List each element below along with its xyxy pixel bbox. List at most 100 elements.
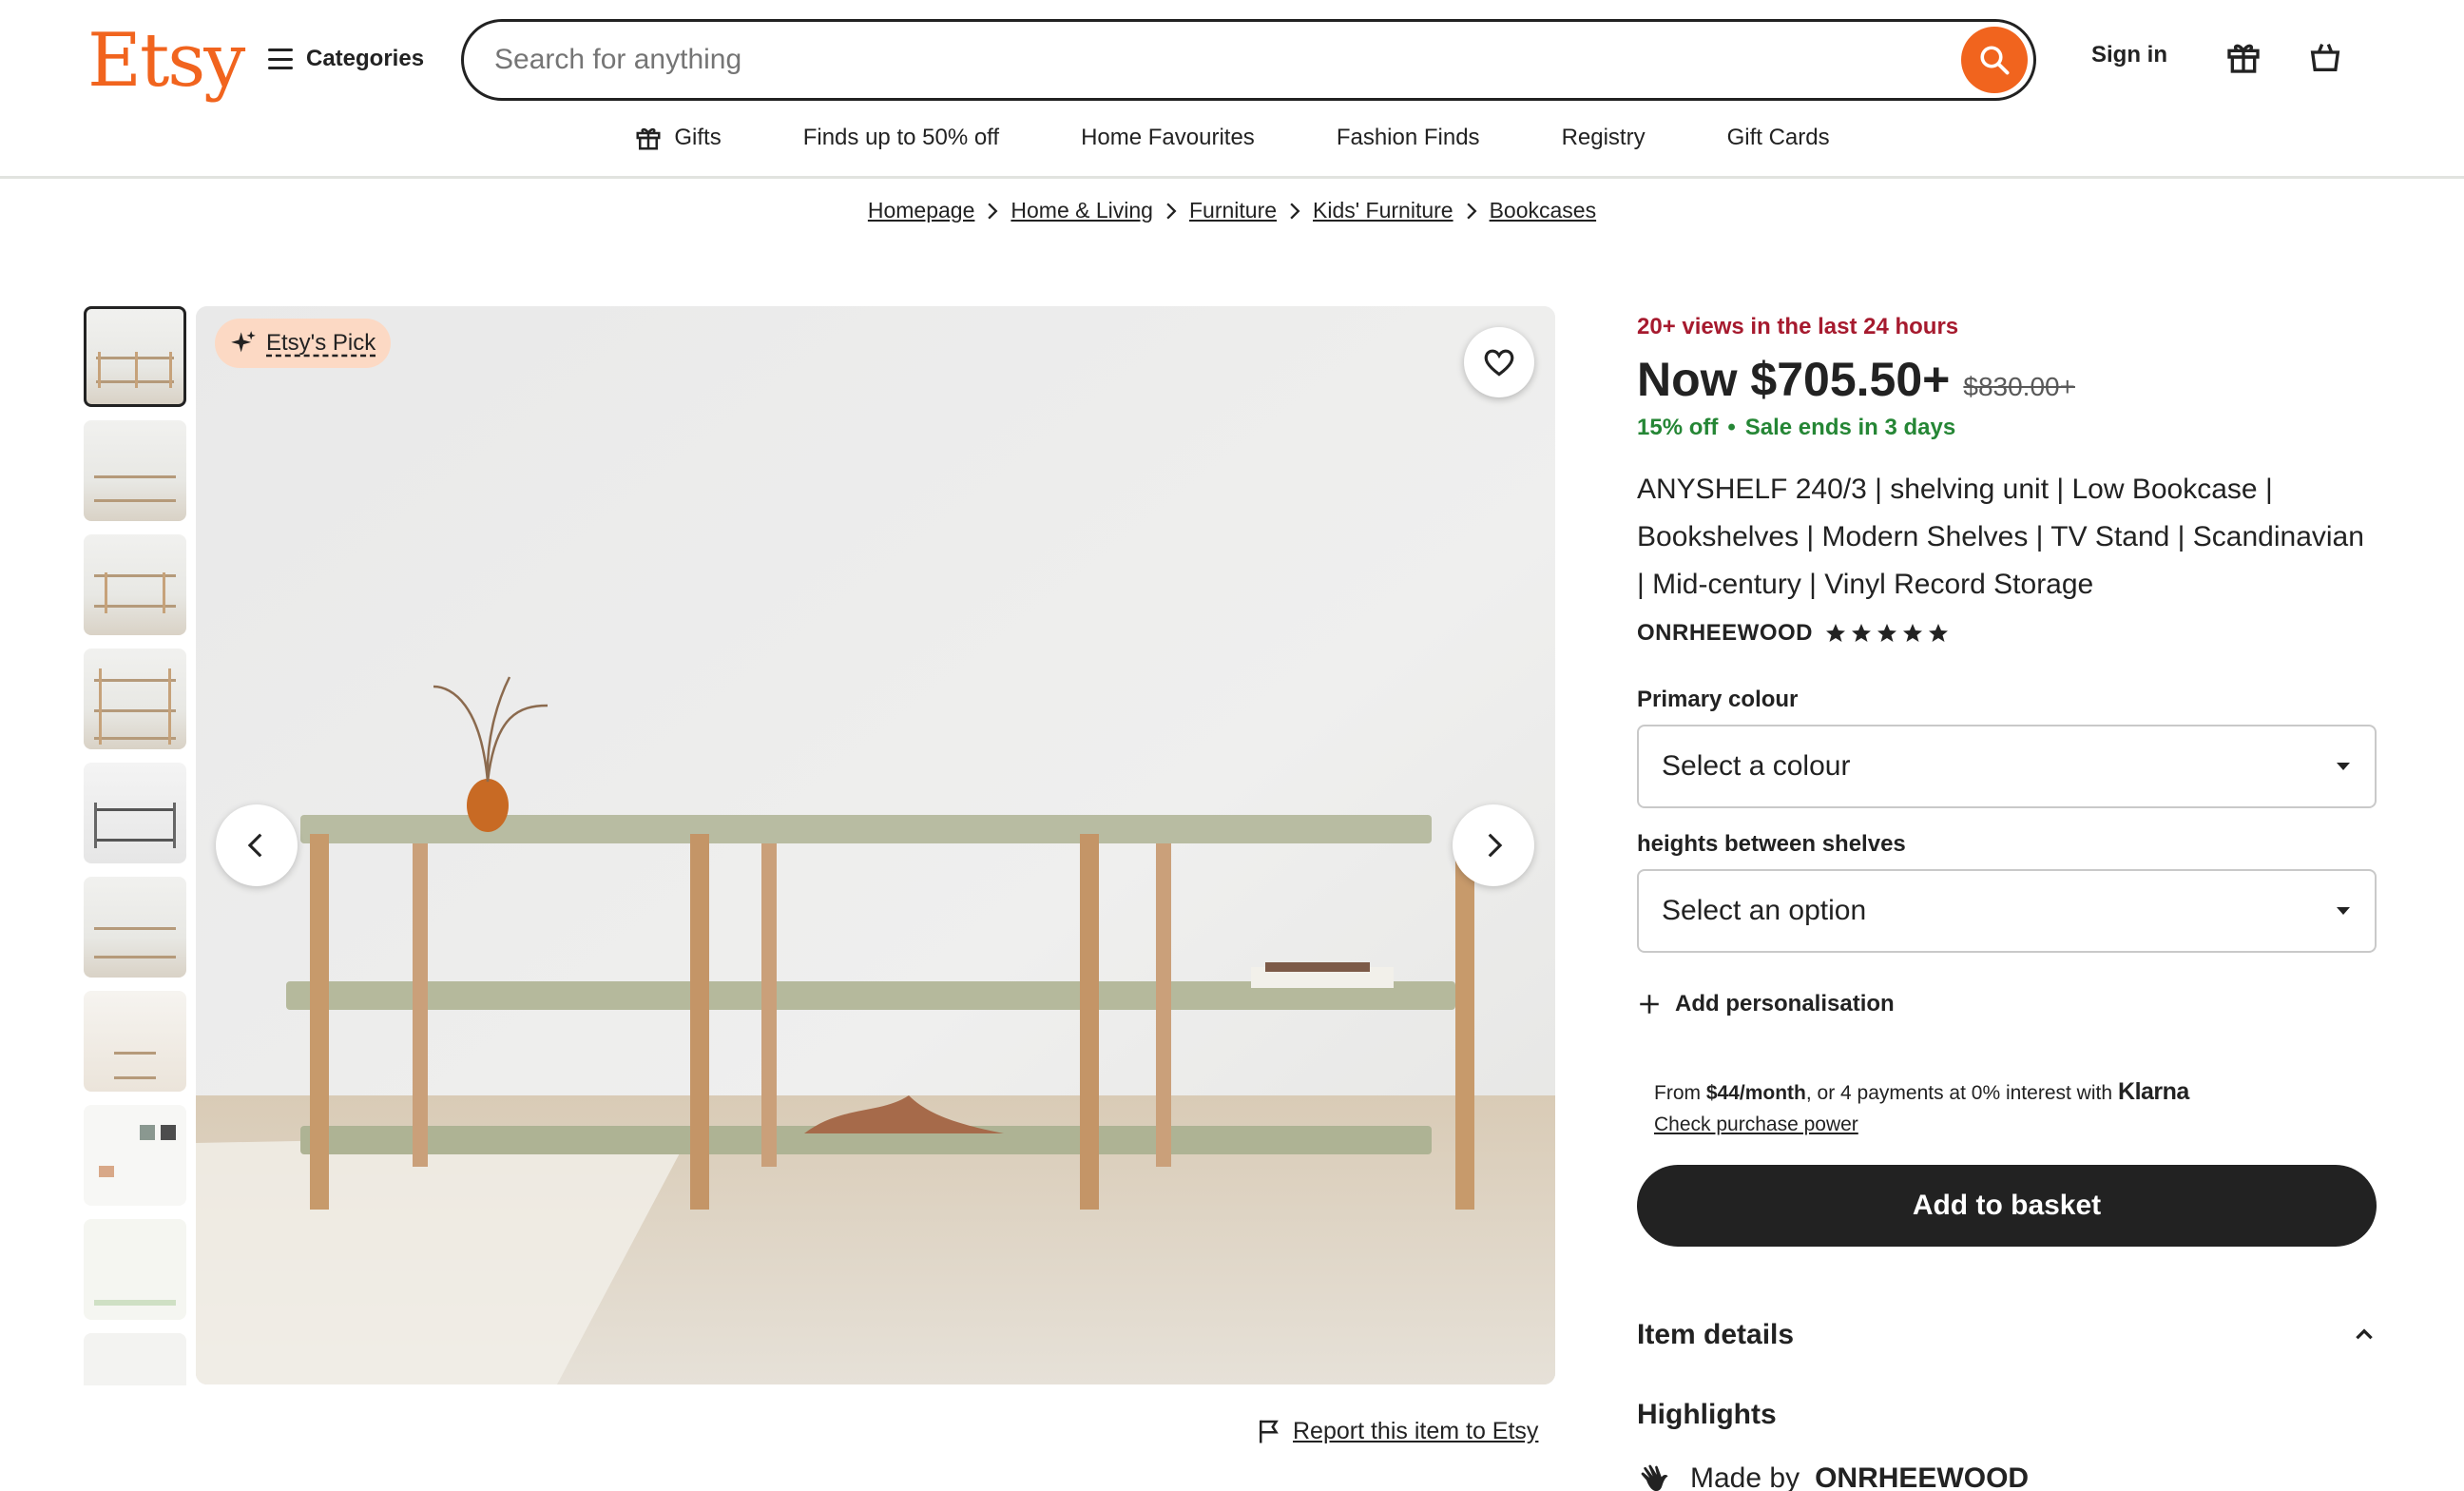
star-icon	[1826, 624, 1845, 642]
chevron-right-icon	[1488, 833, 1503, 858]
breadcrumb-kids-furniture[interactable]: Kids' Furniture	[1313, 198, 1453, 223]
search-input[interactable]	[494, 22, 1920, 98]
hand-wave-icon	[1641, 1464, 1668, 1491]
shelf-height-select[interactable]: Select an option	[1637, 869, 2377, 953]
thumbnail-2[interactable]	[84, 420, 186, 521]
made-by-shop[interactable]: ONRHEEWOOD	[1815, 1462, 2029, 1491]
category-nav: Gifts Finds up to 50% off Home Favourite…	[0, 118, 2464, 158]
menu-icon	[268, 48, 293, 69]
made-by-prefix: Made by	[1690, 1462, 1800, 1491]
chevron-right-icon	[1465, 202, 1478, 220]
nav-home-favourites[interactable]: Home Favourites	[1081, 125, 1255, 151]
search-button[interactable]	[1961, 27, 2028, 93]
check-purchase-power-link[interactable]: Check purchase power	[1654, 1113, 1858, 1136]
thumbnail-1[interactable]	[84, 306, 186, 407]
star-icon	[1852, 624, 1871, 642]
favourite-button[interactable]	[1464, 327, 1534, 397]
primary-colour-select[interactable]: Select a colour	[1637, 725, 2377, 808]
etsys-pick-label: Etsy's Pick	[266, 330, 376, 356]
sale-info: 15% off • Sale ends in 3 days	[1637, 415, 2377, 441]
klarna-from: From	[1654, 1082, 1706, 1104]
klarna-text: From $44/month, or 4 payments at 0% inte…	[1654, 1078, 2377, 1106]
previous-image-button[interactable]	[216, 804, 298, 886]
klarna-amount: $44/month	[1705, 1082, 1806, 1104]
thumbnail-8[interactable]	[84, 1105, 186, 1206]
chevron-right-icon	[1165, 202, 1178, 220]
chevron-up-icon	[2356, 1328, 2373, 1340]
item-details-label: Item details	[1637, 1319, 1795, 1350]
breadcrumb-home-living[interactable]: Home & Living	[1011, 198, 1153, 223]
flag-icon	[1260, 1420, 1279, 1443]
sign-in-link[interactable]: Sign in	[2091, 42, 2167, 68]
star-icon	[1903, 624, 1922, 642]
listing-title: ANYSHELF 240/3 | shelving unit | Low Boo…	[1637, 474, 2364, 600]
primary-colour-label: Primary colour	[1637, 687, 1799, 712]
caret-down-icon	[2337, 907, 2350, 915]
gift-icon	[636, 128, 661, 150]
product-main-image	[196, 306, 1555, 1384]
chevron-right-icon	[986, 202, 999, 220]
chevron-right-icon	[1288, 202, 1301, 220]
thumbnail-5[interactable]	[84, 763, 186, 863]
heart-icon	[1484, 349, 1514, 377]
thumbnail-9[interactable]	[84, 1219, 186, 1320]
product-photo-shelving-unit	[196, 306, 1555, 1384]
discount-percent: 15% off	[1637, 415, 1719, 440]
gift-registry-button[interactable]	[2219, 32, 2268, 82]
shop-name-link[interactable]: ONRHEEWOOD	[1637, 620, 1813, 647]
klarna-logo: Klarna	[2118, 1078, 2189, 1105]
site-header: Etsy Categories Sign in Gifts Finds up t…	[0, 0, 2464, 179]
highlights-heading: Highlights	[1637, 1399, 1777, 1430]
basket-button[interactable]	[2300, 32, 2350, 82]
breadcrumb: Homepage Home & Living Furniture Kids' F…	[0, 198, 2464, 223]
star-rating	[1824, 622, 1950, 645]
report-item-label: Report this item to Etsy	[1293, 1417, 1539, 1444]
shelf-height-value: Select an option	[1662, 895, 1867, 926]
nav-gifts[interactable]: Gifts	[634, 124, 722, 152]
nav-registry[interactable]: Registry	[1562, 125, 1646, 151]
original-price: $830.00+	[1963, 372, 2075, 401]
search-bar	[461, 19, 2036, 101]
star-icon	[1877, 624, 1896, 642]
shop-row: ONRHEEWOOD	[1637, 620, 2377, 647]
thumbnail-6[interactable]	[84, 877, 186, 978]
star-icon	[1929, 624, 1948, 642]
add-personalisation-button[interactable]: Add personalisation	[1637, 991, 2377, 1017]
nav-gift-cards[interactable]: Gift Cards	[1727, 125, 1830, 151]
klarna-financing: From $44/month, or 4 payments at 0% inte…	[1637, 1078, 2377, 1136]
thumbnail-10[interactable]	[84, 1333, 186, 1385]
buy-box: 20+ views in the last 24 hours Now $705.…	[1637, 314, 2377, 1491]
thumbnail-4[interactable]	[84, 649, 186, 749]
shelf-height-label: heights between shelves	[1637, 831, 1906, 857]
etsys-pick-badge[interactable]: Etsy's Pick	[215, 319, 392, 368]
views-notice: 20+ views in the last 24 hours	[1637, 314, 1959, 339]
thumbnail-3[interactable]	[84, 534, 186, 635]
nav-gifts-label: Gifts	[674, 125, 722, 150]
caret-down-icon	[2337, 763, 2350, 770]
add-personalisation-label: Add personalisation	[1675, 991, 1895, 1017]
next-image-button[interactable]	[1453, 804, 1534, 886]
sparkle-icon	[231, 331, 256, 353]
breadcrumb-bookcases[interactable]: Bookcases	[1490, 198, 1597, 223]
report-item-link[interactable]: Report this item to Etsy	[1255, 1417, 1538, 1445]
categories-label: Categories	[306, 46, 425, 71]
nav-finds-up-to-50[interactable]: Finds up to 50% off	[803, 125, 999, 151]
nav-fashion-finds[interactable]: Fashion Finds	[1337, 125, 1480, 151]
chevron-left-icon	[247, 833, 262, 858]
shopping-bag-icon	[2310, 44, 2340, 71]
primary-colour-value: Select a colour	[1662, 750, 1851, 782]
plus-icon	[1640, 995, 1659, 1014]
etsy-logo[interactable]: Etsy	[87, 13, 245, 108]
breadcrumb-furniture[interactable]: Furniture	[1189, 198, 1277, 223]
breadcrumb-homepage[interactable]: Homepage	[868, 198, 975, 223]
price-row: Now $705.50+ $830.00+	[1637, 352, 2377, 407]
add-to-basket-button[interactable]: Add to basket	[1637, 1165, 2377, 1247]
bullet-separator: •	[1727, 415, 1736, 440]
thumbnail-7[interactable]	[84, 991, 186, 1092]
categories-button[interactable]: Categories	[268, 34, 424, 84]
search-icon	[1980, 46, 2010, 75]
sale-price: Now $705.50+	[1637, 353, 1951, 406]
item-details-toggle[interactable]: Item details	[1637, 1319, 2377, 1351]
klarna-terms: , or 4 payments at 0% interest with	[1805, 1082, 2113, 1104]
sale-ends: Sale ends in 3 days	[1744, 415, 1956, 440]
